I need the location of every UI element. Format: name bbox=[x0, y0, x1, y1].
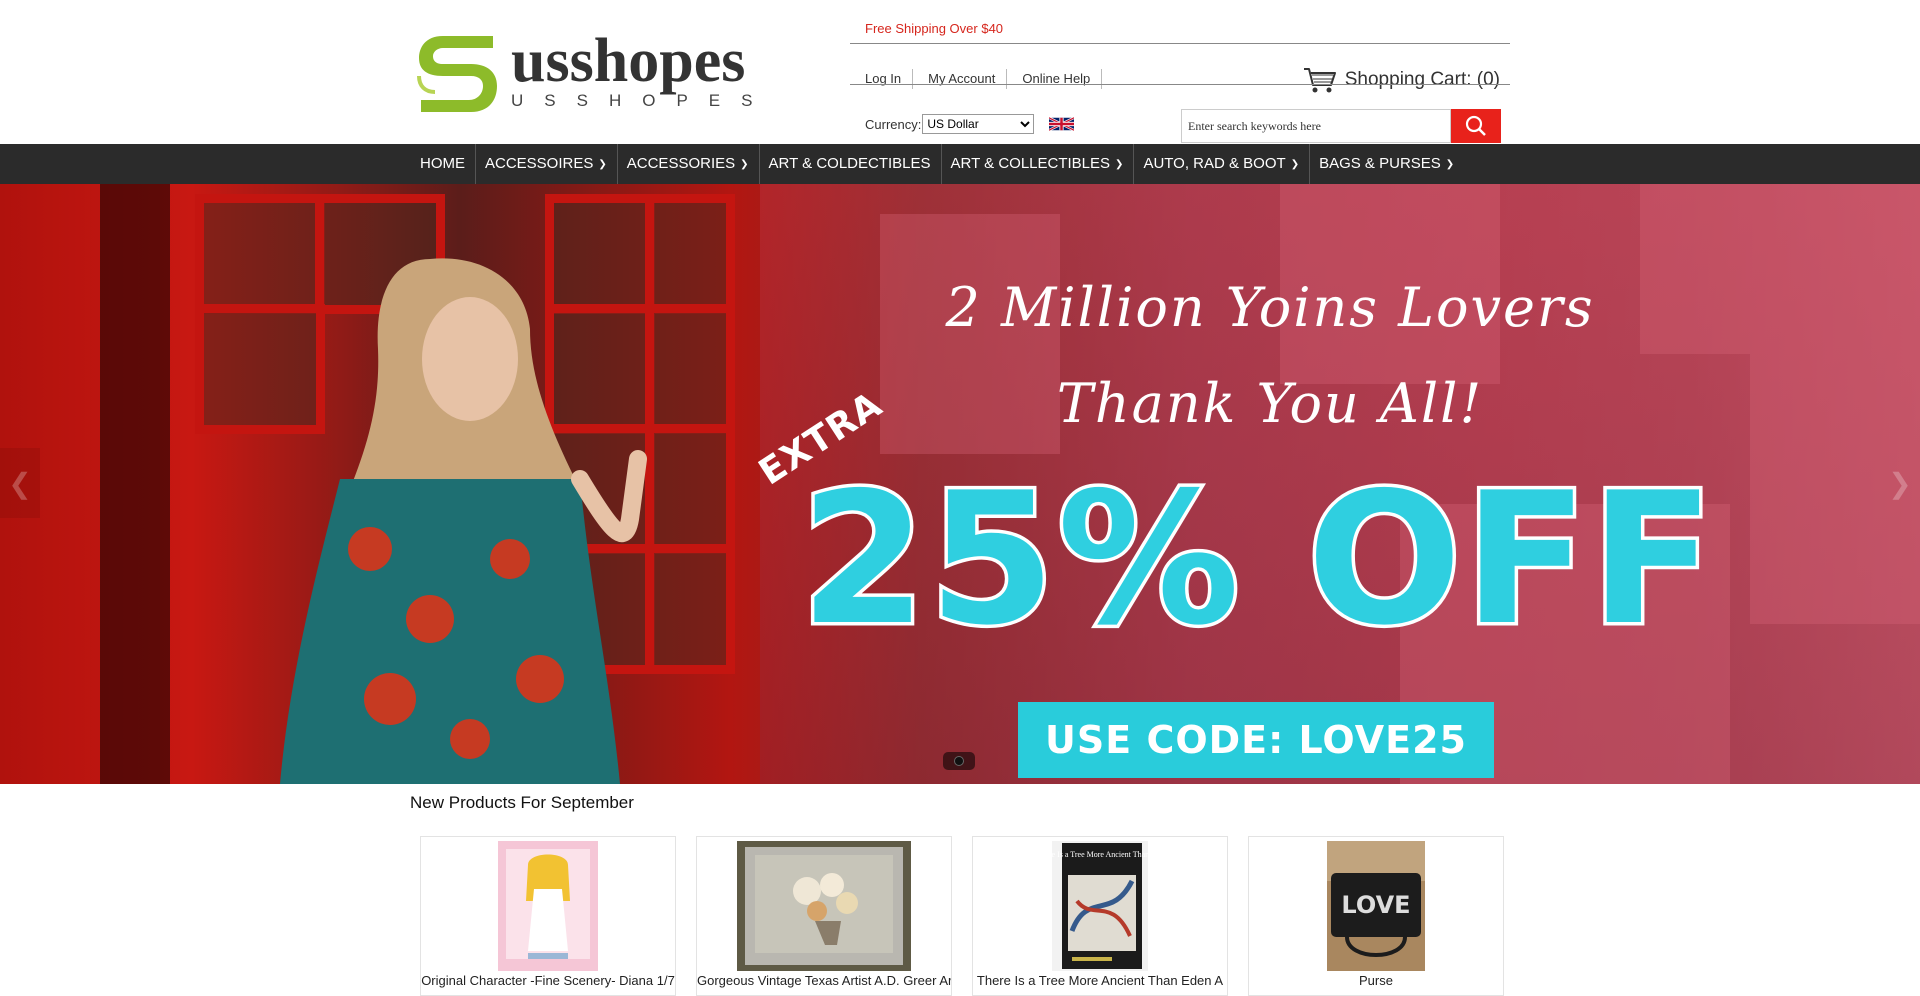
promo-code: USE CODE: LOVE25 bbox=[1018, 702, 1494, 778]
logo-s-mark-icon bbox=[417, 36, 497, 112]
cart-label: Shopping Cart: (0) bbox=[1344, 69, 1500, 90]
banner-shadow bbox=[100, 184, 170, 784]
chevron-down-icon: ❯ bbox=[740, 159, 749, 170]
account-links: Log In My Account Online Help Shopping C… bbox=[850, 55, 1510, 103]
nav-label: ART & COLDECTIBLES bbox=[768, 155, 931, 172]
product-title[interactable]: Original Character -Fine Scenery- Diana … bbox=[421, 973, 675, 988]
my-account-link[interactable]: My Account bbox=[913, 69, 1008, 89]
banner-discount: 25% OFF bbox=[796, 453, 1717, 665]
section-title: New Products For September bbox=[410, 793, 634, 812]
product-grid: Original Character -Fine Scenery- Diana … bbox=[420, 836, 1504, 996]
login-link[interactable]: Log In bbox=[850, 69, 914, 89]
divider bbox=[850, 43, 1510, 44]
free-shipping-promo: Free Shipping Over $40 bbox=[865, 21, 1004, 36]
shopping-cart[interactable]: Shopping Cart: (0) bbox=[1303, 66, 1500, 94]
headline-line-1: 2 Million Yoins Lovers bbox=[945, 276, 1595, 339]
online-help-link[interactable]: Online Help bbox=[1007, 69, 1103, 89]
chevron-right-icon: ❯ bbox=[1888, 467, 1912, 499]
logo-wordmark: usshopes bbox=[511, 27, 746, 95]
book-cover-title: There Is a Tree More Ancient Than Eden bbox=[1052, 850, 1148, 859]
hero-banner[interactable]: 2 Million Yoins Lovers Thank You All! EX… bbox=[0, 184, 1920, 784]
product-title[interactable]: Gorgeous Vintage Texas Artist A.D. Greer… bbox=[697, 973, 951, 988]
nav-label: ACCESSOIRES bbox=[485, 155, 594, 172]
uk-flag-icon[interactable] bbox=[1049, 117, 1075, 131]
product-card[interactable]: LOVE Purse bbox=[1248, 836, 1504, 996]
currency-selector: Currency: US Dollar bbox=[865, 114, 1075, 134]
chevron-left-icon: ❮ bbox=[8, 467, 32, 499]
chevron-down-icon: ❯ bbox=[1445, 159, 1455, 170]
product-image[interactable] bbox=[498, 841, 598, 971]
bag-print-text: LOVE bbox=[1341, 891, 1410, 919]
search-input[interactable] bbox=[1181, 109, 1451, 143]
search-button[interactable] bbox=[1451, 109, 1501, 143]
product-title[interactable]: Purse bbox=[1249, 973, 1503, 988]
product-image[interactable]: There Is a Tree More Ancient Than Eden bbox=[1052, 841, 1148, 971]
divider bbox=[850, 84, 1510, 85]
nav-label: ACCESSORIES bbox=[626, 155, 736, 172]
nav-home[interactable]: HOME bbox=[411, 144, 476, 184]
nav-art-coldectibles[interactable]: ART & COLDECTIBLES bbox=[760, 144, 942, 184]
search-icon bbox=[1465, 115, 1486, 136]
chevron-down-icon: ❯ bbox=[1115, 159, 1124, 170]
nav-bags-purses[interactable]: BAGS & PURSES ❯ bbox=[1310, 144, 1464, 184]
nav-accessories[interactable]: ACCESSORIES ❯ bbox=[618, 144, 760, 184]
product-card[interactable]: There Is a Tree More Ancient Than Eden T… bbox=[972, 836, 1228, 996]
model-photo bbox=[280, 258, 647, 784]
headline-line-2: Thank You All! bbox=[1056, 372, 1484, 435]
slider-next-arrow[interactable]: ❯ bbox=[1880, 448, 1920, 518]
nav-label: HOME bbox=[420, 155, 465, 172]
chevron-down-icon: ❯ bbox=[1290, 159, 1300, 170]
shopping-cart-icon bbox=[1303, 68, 1336, 93]
search-form bbox=[1181, 109, 1501, 143]
nav-label: ART & COLLECTIBLES bbox=[950, 155, 1111, 172]
nav-label: BAGS & PURSES bbox=[1319, 155, 1441, 172]
product-image[interactable] bbox=[737, 841, 911, 971]
chevron-down-icon: ❯ bbox=[598, 159, 607, 170]
product-card[interactable]: Original Character -Fine Scenery- Diana … bbox=[420, 836, 676, 996]
logo-subtitle: USSHOPES bbox=[511, 91, 774, 110]
slider-pagination bbox=[943, 752, 975, 770]
product-card[interactable]: Gorgeous Vintage Texas Artist A.D. Greer… bbox=[696, 836, 952, 996]
currency-label: Currency: bbox=[865, 116, 922, 132]
slider-dot[interactable] bbox=[954, 756, 964, 766]
nav-art-collectibles[interactable]: ART & COLLECTIBLES ❯ bbox=[942, 144, 1135, 184]
currency-dropdown[interactable]: US Dollar bbox=[922, 114, 1035, 134]
banner-headline: 2 Million Yoins Lovers Thank You All! bbox=[870, 260, 1670, 452]
main-nav: HOME ACCESSOIRES ❯ ACCESSORIES ❯ ART & COL… bbox=[0, 144, 1920, 184]
nav-accessoires[interactable]: ACCESSOIRES ❯ bbox=[476, 144, 618, 184]
slider-prev-arrow[interactable]: ❮ bbox=[0, 448, 40, 518]
nav-label: AUTO, RAD & BOOT bbox=[1143, 155, 1286, 172]
site-header: usshopes USSHOPES Free Shipping Over $40… bbox=[0, 0, 1920, 144]
product-title[interactable]: There Is a Tree More Ancient Than Eden A bbox=[973, 973, 1227, 988]
product-image[interactable]: LOVE bbox=[1327, 841, 1425, 971]
nav-auto-rad-boot[interactable]: AUTO, RAD & BOOT ❯ bbox=[1134, 144, 1311, 184]
top-bar: Free Shipping Over $40 Log In My Account… bbox=[850, 20, 1510, 143]
site-logo[interactable]: usshopes USSHOPES bbox=[413, 26, 773, 116]
